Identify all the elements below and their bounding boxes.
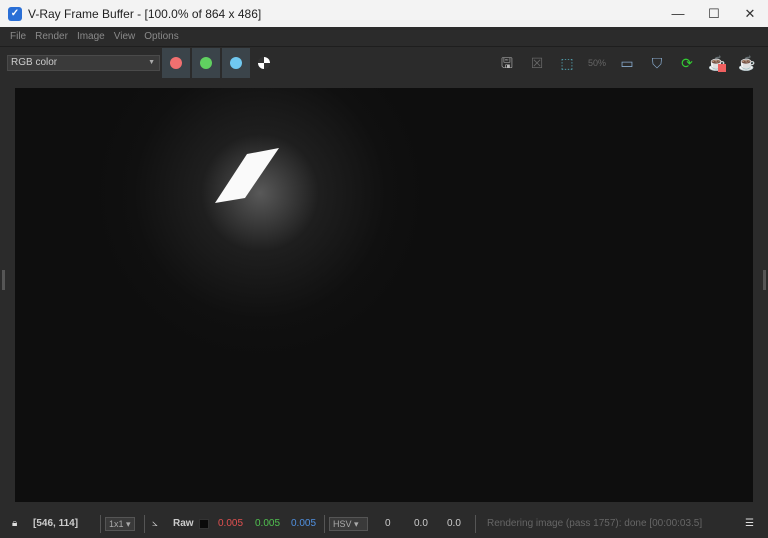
save-icon[interactable]: 🖫 bbox=[494, 51, 520, 75]
red-value: 0.005 bbox=[218, 518, 244, 529]
sample-size-value: 1x1 bbox=[109, 519, 124, 529]
blue-dot-icon bbox=[230, 57, 242, 69]
blue-channel-toggle[interactable] bbox=[222, 48, 250, 78]
color-mode-select[interactable]: HSV ▾ bbox=[329, 517, 368, 531]
green-dot-icon bbox=[200, 57, 212, 69]
chevron-down-icon: ▼ bbox=[148, 59, 155, 66]
pixel-coords: [546, 114] bbox=[33, 518, 79, 529]
menu-file[interactable]: File bbox=[10, 31, 26, 42]
close-button[interactable]: ✕ bbox=[732, 0, 768, 27]
toolbar: RGB color ▼ 🖫 ☒ ⬚ 50% ▭ ⛉ ⟳ ☕ ☕ bbox=[0, 48, 768, 78]
render-viewport[interactable] bbox=[15, 88, 753, 502]
rendered-light-plane bbox=[215, 148, 279, 203]
menu-options[interactable]: Options bbox=[144, 31, 178, 42]
minimize-button[interactable]: — bbox=[660, 0, 696, 27]
divider bbox=[100, 515, 101, 533]
maximize-button[interactable]: ☐ bbox=[696, 0, 732, 27]
light-plane-shape bbox=[215, 148, 279, 203]
status-bar: 🔒︎ [546, 114] 1x1 ▾ ⦣ Raw 0.005 0.005 0.… bbox=[0, 510, 768, 538]
menu-image[interactable]: Image bbox=[77, 31, 105, 42]
link-to-cursor-icon[interactable]: ⛉ bbox=[644, 51, 670, 75]
channel-select[interactable]: RGB color ▼ bbox=[7, 55, 160, 71]
clear-image-icon[interactable]: ☒ bbox=[524, 51, 550, 75]
green-channel-toggle[interactable] bbox=[192, 48, 220, 78]
channel-select-value: RGB color bbox=[11, 57, 58, 68]
red-channel-toggle[interactable] bbox=[162, 48, 190, 78]
blue-value: 0.005 bbox=[291, 518, 317, 529]
green-value: 0.005 bbox=[255, 518, 281, 529]
menu-view[interactable]: View bbox=[114, 31, 136, 42]
divider bbox=[475, 515, 476, 533]
right-panel-handle[interactable] bbox=[763, 270, 766, 290]
divider bbox=[324, 515, 325, 533]
value-value: 0.0 bbox=[447, 518, 461, 529]
menu-bar: File Render Image View Options bbox=[0, 27, 768, 47]
zoom-50-icon[interactable]: 50% bbox=[584, 51, 610, 75]
stop-render-icon[interactable]: ☕ bbox=[704, 51, 730, 75]
menu-render[interactable]: Render bbox=[35, 31, 68, 42]
region-render-icon[interactable]: ⬚ bbox=[554, 51, 580, 75]
left-panel-handle[interactable] bbox=[2, 270, 5, 290]
red-dot-icon bbox=[170, 57, 182, 69]
lock-icon[interactable]: 🔒︎ bbox=[12, 518, 17, 529]
vray-logo-icon: ✓ bbox=[8, 6, 22, 21]
divider bbox=[144, 515, 145, 533]
render-status-message: Rendering image (pass 1757): done [00:00… bbox=[487, 518, 703, 529]
alpha-channel-toggle[interactable] bbox=[258, 57, 270, 69]
window-title: V-Ray Frame Buffer - [100.0% of 864 x 48… bbox=[28, 6, 262, 21]
refresh-icon[interactable]: ⟳ bbox=[674, 51, 700, 75]
color-mode-value: HSV bbox=[333, 519, 352, 529]
saturation-value: 0.0 bbox=[414, 518, 428, 529]
hue-value: 0 bbox=[385, 518, 391, 529]
title-bar: ✓ V-Ray Frame Buffer - [100.0% of 864 x … bbox=[0, 0, 768, 27]
track-mouse-icon[interactable]: ▭ bbox=[614, 51, 640, 75]
curve-icon[interactable]: ⦣ bbox=[152, 518, 158, 529]
render-icon[interactable]: ☕ bbox=[734, 51, 760, 75]
sample-size-select[interactable]: 1x1 ▾ bbox=[105, 517, 135, 531]
log-icon[interactable]: ☰ bbox=[745, 518, 754, 529]
raw-label: Raw bbox=[173, 518, 194, 529]
color-swatch bbox=[199, 519, 209, 529]
